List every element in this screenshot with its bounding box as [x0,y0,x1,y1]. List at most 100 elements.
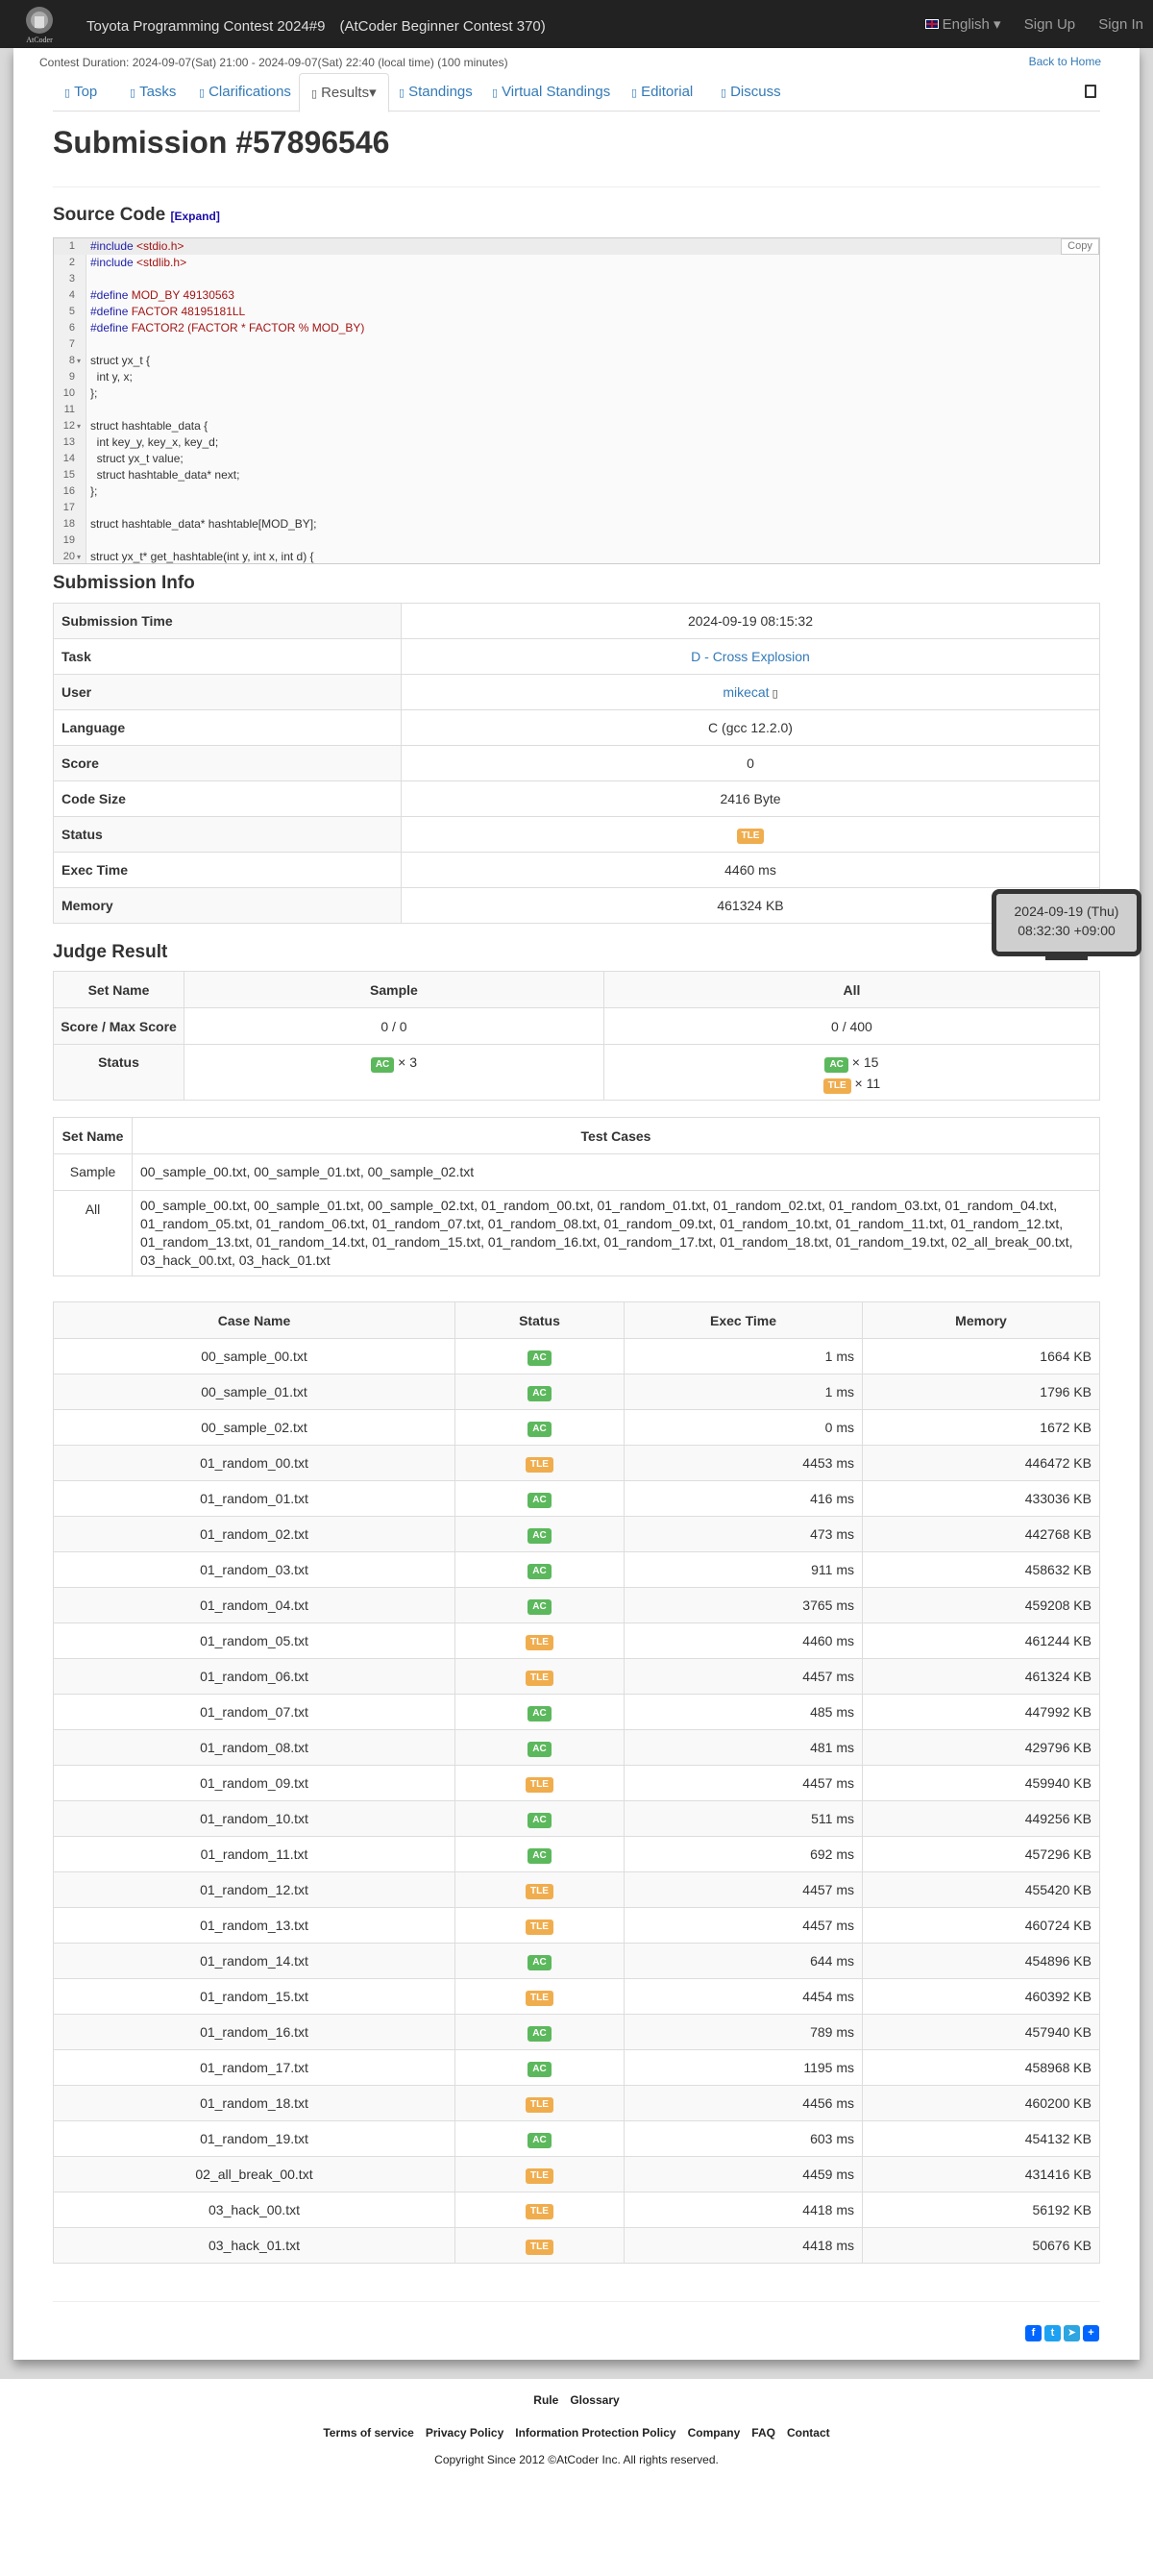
info-row: Score 0 [53,745,1100,781]
info-row: Task D - Cross Explosion [53,638,1100,675]
back-to-home-link[interactable]: Back to Home [1029,55,1101,68]
status-badge[interactable]: AC [527,1421,552,1437]
status-badge[interactable]: AC [527,1527,552,1544]
facebook-icon[interactable]: f [1025,2325,1042,2341]
status-badge[interactable]: TLE [526,2239,553,2255]
case-name: 01_random_01.txt [53,1480,455,1517]
status-badge[interactable]: AC [527,1385,552,1401]
twitter-icon[interactable]: t [1044,2325,1061,2341]
fold-toggle-icon[interactable]: ▾ [77,353,81,369]
fold-toggle-icon[interactable]: ▾ [77,418,81,434]
status-badge[interactable]: AC [527,1847,552,1864]
tab-standings[interactable]: ▯ Standings [387,73,484,111]
tab-clarifications[interactable]: ▯ Clarifications [187,73,303,111]
code-text: #define FACTOR2 (FACTOR * FACTOR % MOD_B… [90,321,365,334]
case-name: 00_sample_02.txt [53,1409,455,1446]
case-exec-time: 911 ms [624,1551,863,1588]
user-submissions-icon[interactable]: ▯ [770,688,778,700]
status-badge[interactable]: TLE [526,1456,553,1473]
status-badge[interactable]: TLE [736,828,765,844]
tab-virtual-standings[interactable]: ▯ Virtual Standings [480,73,622,111]
case-status: TLE [454,1622,625,1659]
code-line: 6 #define FACTOR2 (FACTOR * FACTOR % MOD_… [54,320,1099,336]
status-badge[interactable]: AC [527,1741,552,1757]
footer-link[interactable]: Company [688,2426,741,2440]
sample-header: Sample [184,971,604,1008]
footer-link[interactable]: Glossary [570,2393,619,2407]
info-label: Task [53,638,402,675]
expand-button[interactable]: [Expand] [170,210,219,223]
tab-editorial[interactable]: ▯ Editorial [620,73,704,111]
footer-link[interactable]: Rule [533,2393,558,2407]
status-badge[interactable]: AC [527,1492,552,1508]
status-badge[interactable]: TLE [526,1634,553,1650]
ac-badge[interactable]: AC [824,1057,848,1073]
case-name-header: Case Name [53,1301,455,1339]
user-link[interactable]: mikecat [723,684,769,700]
footer-link[interactable]: Terms of service [323,2426,414,2440]
tab-top[interactable]: ▯ Top [53,73,109,111]
status-badge[interactable]: AC [527,1598,552,1615]
case-status: AC [454,2014,625,2050]
source-code-viewer[interactable]: 1 #include <stdio.h> 2 #include <stdlib.h> 3… [53,237,1100,564]
status-badge[interactable]: AC [527,1350,552,1366]
case-memory: 442768 KB [862,1516,1100,1552]
table-row: 03_hack_01.txt TLE 4418 ms 50676 KB [53,2227,1100,2264]
status-badge[interactable]: TLE [526,1670,553,1686]
ac-badge[interactable]: AC [370,1057,395,1073]
status-badge[interactable]: TLE [526,1883,553,1899]
status-badge[interactable]: AC [527,2061,552,2077]
info-value: TLE [401,816,1100,853]
footer-link[interactable]: Information Protection Policy [515,2426,675,2440]
status-badge[interactable]: TLE [526,2203,553,2219]
status-badge[interactable]: TLE [526,2096,553,2113]
sign-in-link[interactable]: Sign In [1098,16,1143,33]
footer-link[interactable]: FAQ [751,2426,775,2440]
footer-link[interactable]: Privacy Policy [426,2426,503,2440]
case-name: 01_random_12.txt [53,1871,455,1908]
task-link[interactable]: D - Cross Explosion [691,649,810,664]
case-name: 01_random_18.txt [53,2085,455,2121]
status-badge[interactable]: AC [527,1705,552,1721]
case-name: 01_random_16.txt [53,2014,455,2050]
case-memory: 1664 KB [862,1338,1100,1375]
telegram-icon[interactable]: ➤ [1064,2325,1080,2341]
line-number: 5 [68,306,75,317]
case-name: 01_random_10.txt [53,1800,455,1837]
status-badge[interactable]: AC [527,2025,552,2042]
info-label: Language [53,709,402,746]
fullscreen-icon[interactable] [1085,85,1096,98]
status-badge[interactable]: AC [527,1954,552,1970]
case-memory: 458968 KB [862,2049,1100,2086]
contest-title[interactable]: Toyota Programming Contest 2024#9 (AtCod… [86,15,546,36]
table-row: 01_random_18.txt TLE 4456 ms 460200 KB [53,2085,1100,2121]
status-badge[interactable]: TLE [526,2167,553,2184]
info-row: User mikecat ▯ [53,674,1100,710]
contest-duration: Contest Duration: 2024-09-07(Sat) 21:00 … [39,56,508,69]
code-line: 17 [54,500,1099,516]
atcoder-logo[interactable]: AtCoder [13,3,65,45]
case-status: TLE [454,1871,625,1908]
status-badge[interactable]: TLE [526,1919,553,1935]
case-status: TLE [454,2192,625,2228]
sort-icon: ▯ [492,87,499,99]
tab-results[interactable]: ▯ Results▾ [299,73,389,112]
tle-badge[interactable]: TLE [822,1078,851,1094]
status-badge[interactable]: TLE [526,1990,553,2006]
table-row: 01_random_04.txt AC 3765 ms 459208 KB [53,1587,1100,1623]
language-dropdown[interactable]: English ▾ [924,16,1001,33]
status-badge[interactable]: TLE [526,1776,553,1793]
tab-tasks[interactable]: ▯ Tasks [118,73,187,111]
case-name: 01_random_07.txt [53,1694,455,1730]
status-badge[interactable]: AC [527,2132,552,2148]
footer-link[interactable]: Contact [787,2426,830,2440]
status-badge[interactable]: AC [527,1812,552,1828]
copy-button[interactable]: Copy [1061,238,1099,255]
copyright: Copyright Since 2012 ©AtCoder Inc. All r… [434,2453,719,2466]
status-badge[interactable]: AC [527,1563,552,1579]
table-row: 01_random_10.txt AC 511 ms 449256 KB [53,1800,1100,1837]
fold-toggle-icon[interactable]: ▾ [77,549,81,563]
tab-discuss[interactable]: ▯ Discuss [709,73,793,111]
sign-up-link[interactable]: Sign Up [1024,16,1075,33]
share-plus-icon[interactable]: + [1083,2325,1099,2341]
